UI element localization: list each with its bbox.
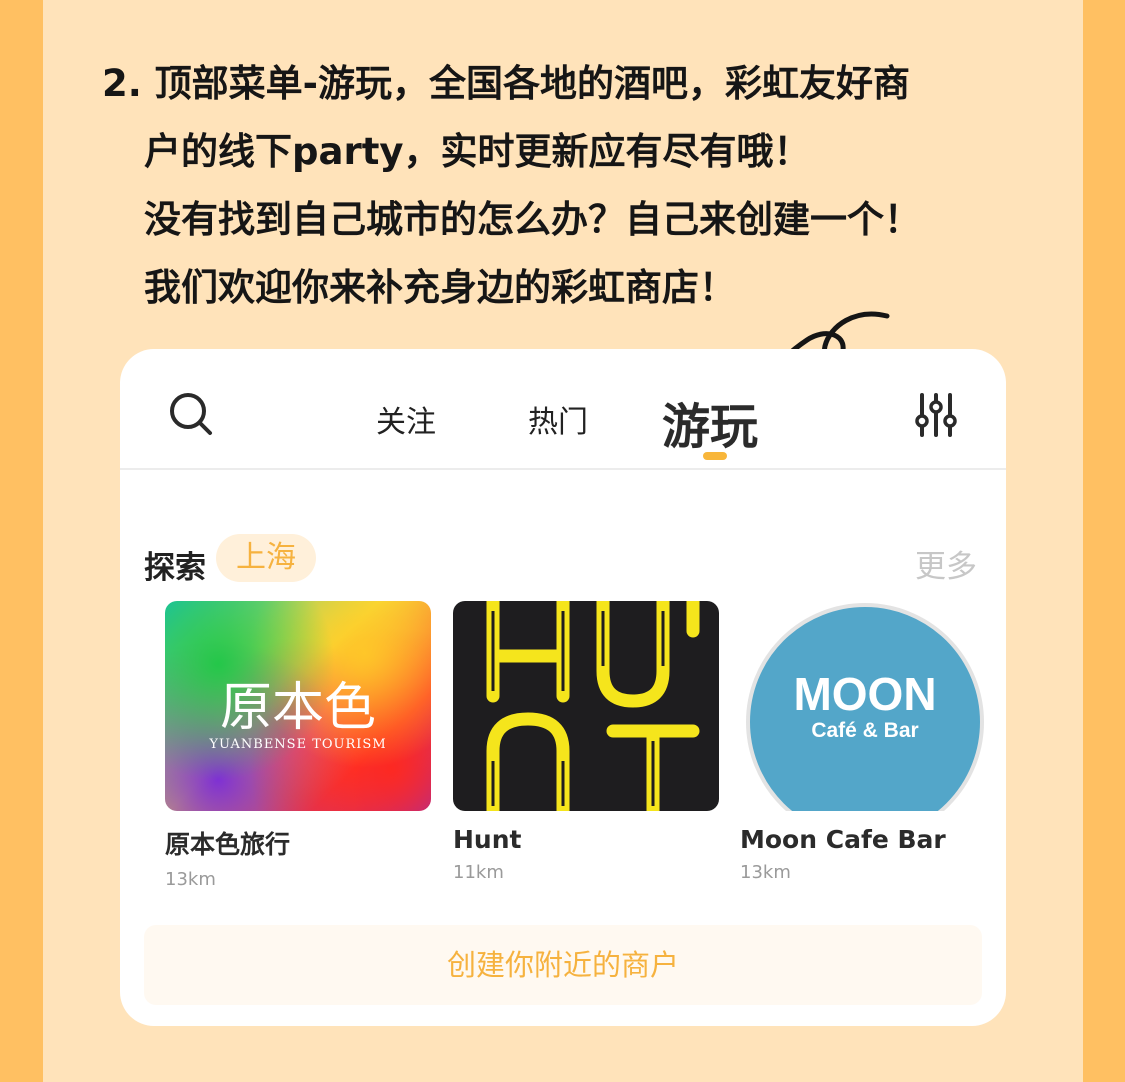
venue-logo-subtext: YUANBENSE TOURISM	[209, 737, 387, 752]
active-tab-indicator	[703, 452, 727, 460]
venue-name: 原本色旅行	[165, 830, 291, 859]
venue-distance: 13km	[740, 862, 791, 883]
sliders-icon[interactable]	[914, 391, 958, 443]
top-menu: 关注 热门 游玩	[120, 349, 1006, 469]
city-selector[interactable]: 上海	[216, 534, 316, 582]
venue-thumbnail: MOON Café & Bar	[740, 601, 1006, 811]
app-screen-card: 关注 热门 游玩 探索 上海 更多 原本色 YUANBENSE TOURISM …	[120, 349, 1006, 1026]
venue-name: Moon Cafe Bar	[740, 825, 946, 854]
tab-hot[interactable]: 热门	[528, 397, 588, 441]
venue-card[interactable]: Hunt 11km	[453, 601, 719, 883]
more-link[interactable]: 更多	[915, 541, 977, 586]
venue-thumbnail	[453, 601, 719, 811]
intro-line-4: 我们欢迎你来补充身边的彩虹商店！	[144, 266, 736, 309]
tab-follow[interactable]: 关注	[376, 397, 436, 441]
venue-card[interactable]: 原本色 YUANBENSE TOURISM 原本色旅行 13km	[165, 601, 431, 890]
tab-play[interactable]: 游玩	[662, 387, 758, 457]
intro-text: 2. 顶部菜单-游玩，全国各地的酒吧，彩虹友好商 户的线下party，实时更新应…	[102, 50, 1052, 322]
intro-line-3: 没有找到自己城市的怎么办？自己来创建一个！	[144, 198, 921, 241]
intro-line-2: 户的线下party，实时更新应有尽有哦！	[144, 130, 811, 173]
venue-logo-text: MOON	[793, 668, 937, 720]
explore-title: 探索	[144, 550, 206, 586]
venue-logo-subtext: Café & Bar	[811, 719, 919, 742]
venue-card[interactable]: MOON Café & Bar Moon Cafe Bar 13km	[740, 601, 1006, 883]
topbar-divider	[120, 468, 1006, 470]
venue-distance: 11km	[453, 862, 504, 883]
search-icon[interactable]	[168, 391, 214, 441]
venue-thumbnail: 原本色 YUANBENSE TOURISM	[165, 601, 431, 811]
venue-name: Hunt	[453, 825, 522, 854]
venue-logo-text: 原本色	[219, 678, 376, 738]
venue-distance: 13km	[165, 869, 216, 890]
create-merchant-button[interactable]: 创建你附近的商户	[144, 925, 982, 1005]
intro-line-1: 2. 顶部菜单-游玩，全国各地的酒吧，彩虹友好商	[102, 62, 911, 105]
hunt-logo-graphic	[486, 601, 700, 811]
